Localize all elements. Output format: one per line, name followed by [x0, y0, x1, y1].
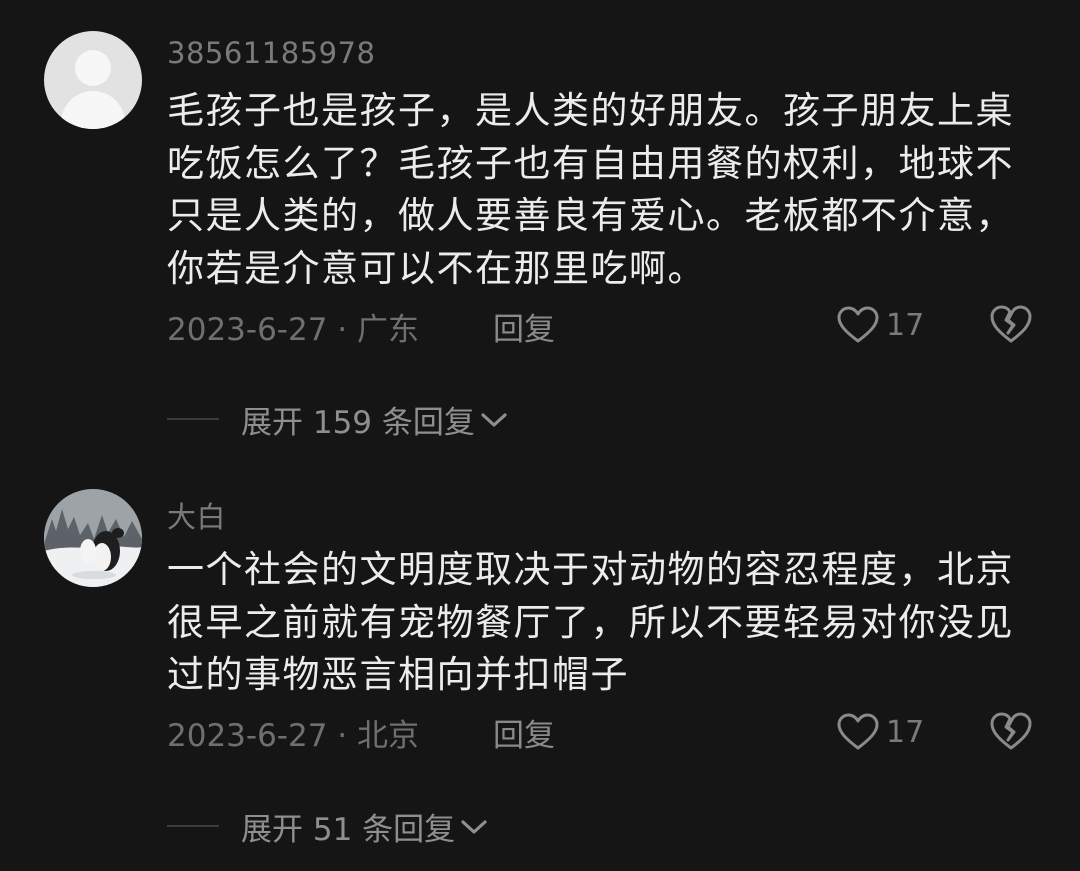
like-count: 17: [886, 307, 925, 343]
reply-button[interactable]: 回复: [493, 304, 555, 349]
dislike-button[interactable]: [988, 303, 1034, 347]
heart-outline-icon: [837, 713, 879, 750]
like-button[interactable]: 17: [836, 303, 924, 347]
like-button[interactable]: 17: [836, 710, 924, 754]
username[interactable]: 大白: [167, 494, 226, 536]
reply-button[interactable]: 回复: [493, 710, 555, 755]
chevron-down-icon: [461, 820, 487, 834]
heart-outline-icon: [837, 306, 879, 343]
comment-meta: 2023-6-27 · 北京: [167, 718, 419, 754]
like-count: 17: [886, 714, 925, 750]
avatar[interactable]: [44, 489, 142, 587]
expand-replies-button[interactable]: 展开 159 条回复: [167, 397, 509, 441]
expand-replies-label: 展开 51 条回复: [241, 811, 456, 848]
photo-snow-dog: [44, 489, 142, 587]
expand-replies-button[interactable]: 展开 51 条回复: [167, 804, 489, 848]
expand-replies-label: 展开 159 条回复: [241, 404, 475, 441]
chevron-down-icon: [481, 413, 507, 427]
comment-meta: 2023-6-27 · 广东: [167, 312, 419, 348]
avatar[interactable]: [44, 31, 142, 129]
username[interactable]: 38561185978: [167, 36, 375, 70]
broken-heart-icon: [990, 305, 1032, 343]
broken-heart-icon: [990, 712, 1032, 750]
comment-text: 一个社会的文明度取决于对动物的容忍程度，北京很早之前就有宠物餐厅了，所以不要轻易…: [167, 548, 1014, 696]
default-user-body: [61, 91, 125, 129]
default-user-icon: [75, 50, 111, 86]
comment-text: 毛孩子也是孩子，是人类的好朋友。孩子朋友上桌吃饭怎么了？毛孩子也有自由用餐的权利…: [167, 89, 1014, 290]
divider: [167, 825, 219, 827]
dislike-button[interactable]: [988, 710, 1034, 754]
divider: [167, 418, 219, 420]
